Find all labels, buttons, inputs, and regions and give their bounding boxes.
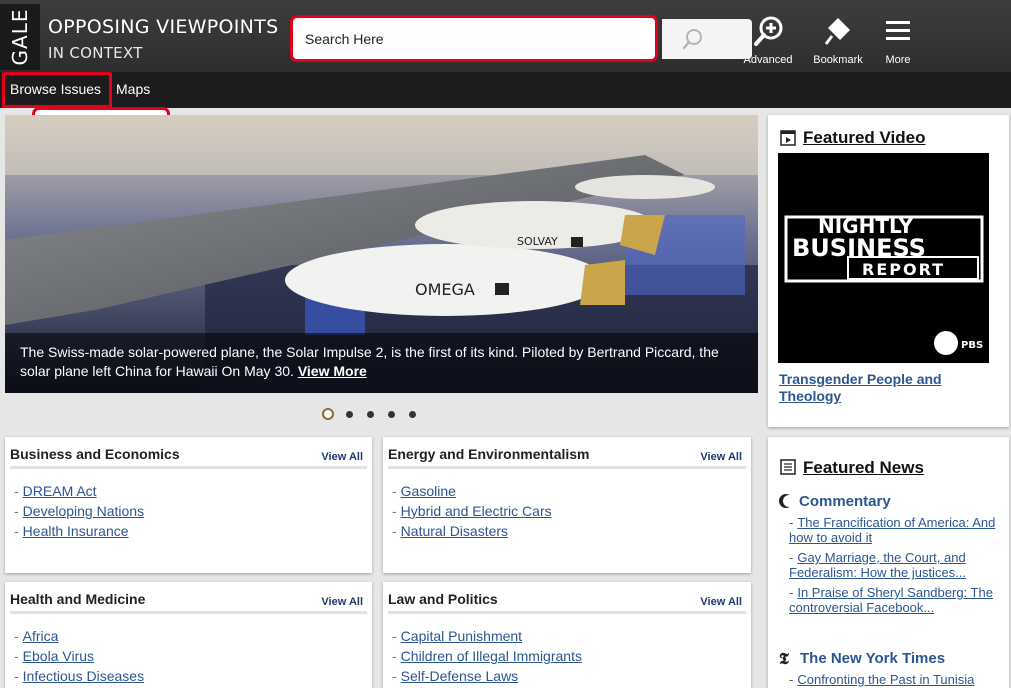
card-title: Energy and Environmentalism (388, 446, 590, 462)
advanced-search-icon (754, 16, 783, 46)
list-item: - Self-Defense Laws (392, 668, 519, 684)
list-item: - Hybrid and Electric Cars (392, 503, 552, 519)
thumb-line2: BUSINESS (792, 234, 926, 262)
list-item: - Natural Disasters (392, 523, 509, 539)
topic-link[interactable]: Gasoline (401, 483, 456, 499)
divider (388, 611, 746, 614)
svg-text:OMEGA: OMEGA (415, 280, 475, 299)
topic-link[interactable]: Developing Nations (23, 503, 144, 519)
card-title: Business and Economics (10, 446, 180, 462)
nav-maps[interactable]: Maps (116, 81, 150, 97)
list-item: - Health Insurance (14, 523, 129, 539)
menu-icon (886, 21, 910, 40)
list-item: - Children of Illegal Immigrants (392, 648, 582, 664)
topic-link[interactable]: Natural Disasters (401, 523, 508, 539)
slide-dot-1[interactable] (322, 408, 334, 420)
browse-issues-highlight (2, 72, 112, 108)
nyt-heading[interactable]: The New York Times (800, 650, 945, 667)
commentary-link[interactable]: Gay Marriage, the Court, and Federalism:… (789, 550, 966, 580)
search-box-highlight (290, 15, 658, 62)
list-item: - Ebola Virus (14, 648, 95, 664)
topic-link[interactable]: Capital Punishment (401, 628, 522, 644)
product-title-line1: OPPOSING VIEWPOINTS (48, 16, 279, 38)
more-menu-button[interactable]: More (868, 14, 928, 66)
list-item: - Gay Marriage, the Court, and Federalism… (789, 550, 967, 580)
topic-link[interactable]: Health Insurance (23, 523, 129, 539)
hero-caption-text: The Swiss-made solar-powered plane, the … (20, 344, 719, 379)
slide-dot-3[interactable] (367, 410, 374, 418)
list-item: - Africa (14, 628, 59, 644)
pbs-label: PBS (961, 340, 983, 351)
hero-slideshow[interactable]: OMEGA SOLVAY The Swiss-made solar-powere… (5, 115, 758, 393)
topic-card-business: Business and Economics View All - DREAM A… (5, 437, 372, 573)
video-thumbnail[interactable]: NIGHTLY BUSINESS REPORT PBS (778, 153, 989, 363)
list-item: - DREAM Act (14, 483, 97, 499)
view-more-link[interactable]: View More (298, 363, 367, 379)
list-item: - Gasoline (392, 483, 456, 499)
list-item: - The Francification of America: And how … (789, 515, 996, 545)
topic-link[interactable]: Self-Defense Laws (401, 668, 519, 684)
commentary-icon (779, 494, 794, 508)
topic-link[interactable]: DREAM Act (23, 483, 97, 499)
product-title-line2: IN CONTEXT (48, 44, 143, 62)
nyt-icon: 𝕿 (779, 649, 789, 668)
featured-news-title[interactable]: Featured News (803, 458, 924, 478)
thumb-line3: REPORT (862, 260, 945, 279)
bookmark-icon (824, 18, 850, 45)
advanced-search-button[interactable]: Advanced (738, 14, 798, 66)
topic-link[interactable]: Hybrid and Electric Cars (401, 503, 552, 519)
search-icon (682, 29, 702, 50)
nyt-link[interactable]: Confronting the Past in Tunisia (797, 672, 974, 687)
commentary-list: - The Francification of America: And how … (789, 515, 1001, 620)
topic-link[interactable]: Infectious Diseases (23, 668, 144, 684)
topic-card-health: Health and Medicine View All - Africa - Eb… (5, 582, 372, 688)
topic-link[interactable]: Children of Illegal Immigrants (401, 648, 582, 664)
svg-text:SOLVAY: SOLVAY (517, 235, 558, 248)
view-all-link[interactable]: View All (700, 451, 742, 463)
commentary-link[interactable]: In Praise of Sheryl Sandberg: The contro… (789, 585, 993, 615)
more-label: More (885, 54, 911, 66)
view-all-link[interactable]: View All (700, 596, 742, 608)
video-icon (780, 130, 796, 146)
divider (388, 466, 746, 469)
bookmark-label: Bookmark (813, 54, 863, 66)
topic-link[interactable]: Ebola Virus (23, 648, 94, 664)
topic-card-energy: Energy and Environmentalism View All - Ga… (383, 437, 751, 573)
slide-dot-4[interactable] (388, 410, 395, 418)
nav-bar: Browse Issues Maps (0, 72, 1011, 108)
featured-video-title[interactable]: Featured Video (803, 128, 926, 148)
list-item: - In Praise of Sheryl Sandberg: The contr… (789, 585, 993, 615)
hero-caption: The Swiss-made solar-powered plane, the … (5, 333, 758, 393)
commentary-heading[interactable]: Commentary (799, 493, 891, 510)
list-item: - Capital Punishment (392, 628, 523, 644)
card-title: Health and Medicine (10, 591, 146, 607)
nyt-list: - Confronting the Past in Tunisia (789, 672, 1001, 688)
pbs-icon (934, 331, 958, 355)
featured-video-link[interactable]: Transgender People and Theology (779, 371, 979, 405)
header: GALE OPPOSING VIEWPOINTS IN CONTEXT Adva… (0, 0, 1011, 72)
product-title[interactable]: OPPOSING VIEWPOINTS IN CONTEXT (48, 16, 278, 64)
news-icon (780, 459, 796, 475)
divider (10, 466, 367, 469)
slide-dot-5[interactable] (409, 410, 416, 418)
view-all-link[interactable]: View All (321, 451, 363, 463)
list-item: - Developing Nations (14, 503, 145, 519)
topic-card-law: Law and Politics View All - Capital Punis… (383, 582, 751, 688)
list-item: - Infectious Diseases (14, 668, 145, 684)
search-input[interactable] (293, 18, 655, 59)
nightly-business-report-logo: NIGHTLY BUSINESS REPORT PBS (784, 214, 984, 355)
commentary-link[interactable]: The Francification of America: And how t… (789, 515, 995, 545)
divider (10, 611, 367, 614)
slideshow-dots (322, 408, 416, 420)
list-item: - Confronting the Past in Tunisia (789, 672, 975, 687)
card-title: Law and Politics (388, 591, 498, 607)
view-all-link[interactable]: View All (321, 596, 363, 608)
slide-dot-2[interactable] (346, 410, 353, 418)
topic-link[interactable]: Africa (23, 628, 59, 644)
gale-logo[interactable]: GALE (0, 4, 40, 70)
bookmark-button[interactable]: Bookmark (808, 14, 868, 66)
advanced-label: Advanced (743, 54, 793, 66)
